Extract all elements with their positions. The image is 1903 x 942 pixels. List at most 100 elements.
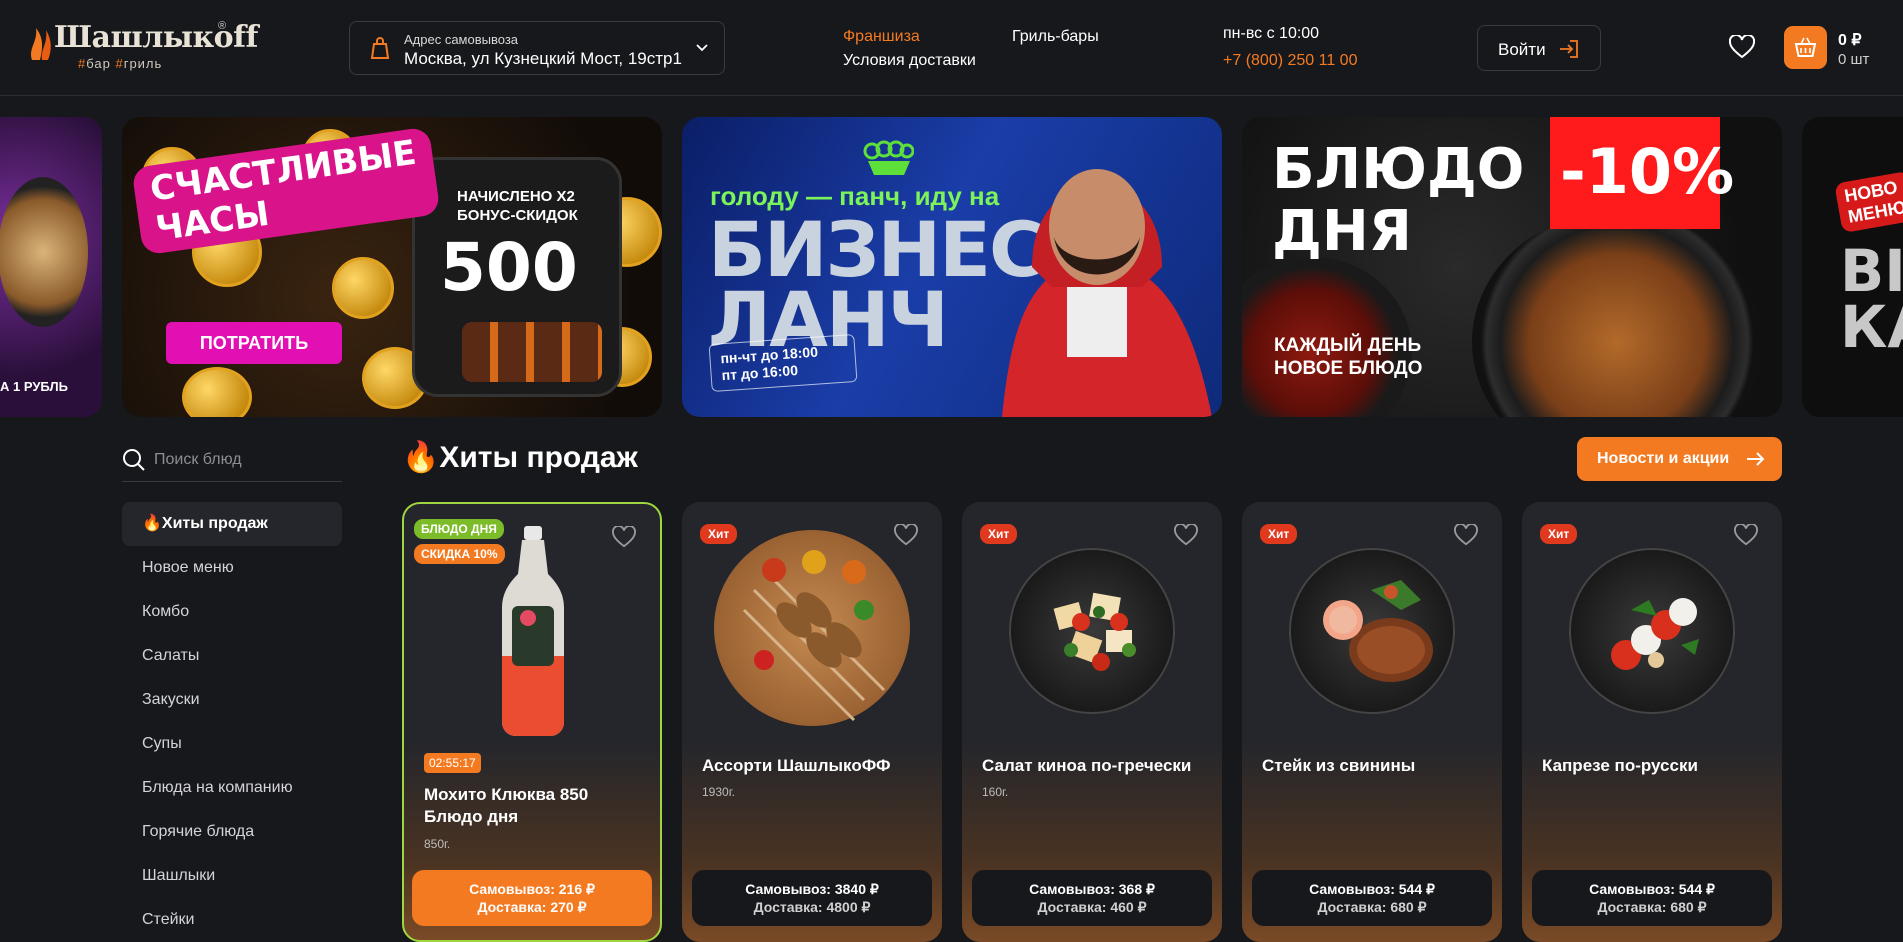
store-bag-icon xyxy=(370,37,390,59)
category-hot-dishes[interactable]: Горячие блюда xyxy=(122,810,342,854)
category-menu: 🔥Хиты продаж Новое меню Комбо Салаты Зак… xyxy=(122,502,342,942)
promo-banner-new-menu[interactable]: НОВОМЕНЮ ВІКА xyxy=(1802,117,1903,417)
product-card[interactable]: Хит Салат киноа по-гречески 160г. Самовы… xyxy=(962,502,1222,942)
delivery-price: Доставка: 460 ₽ xyxy=(1037,899,1147,915)
category-steaks[interactable]: Стейки xyxy=(122,898,342,942)
favorite-heart-icon[interactable] xyxy=(1454,524,1478,546)
product-card[interactable]: Хит Стейк из свинины Самовывоз: 544 ₽ До… xyxy=(1242,502,1502,942)
hit-badge: Хит xyxy=(1540,524,1578,544)
search-input[interactable] xyxy=(154,446,340,474)
discount-percent: -10% xyxy=(1560,135,1735,208)
logo-tagline: #бар #гриль xyxy=(78,56,163,71)
quinoa-salad-image xyxy=(1009,548,1175,714)
promo-banner-happy-hours[interactable]: СЧАСТЛИВЫЕ ЧАСЫ НАЧИСЛЕНО Х2 БОНУС-СКИДОК … xyxy=(122,117,662,417)
pickup-address-selector[interactable]: Адрес самовывоза Москва, ул Кузнецкий Мо… xyxy=(349,21,725,75)
spend-bonus-button[interactable]: ПОТРАТИТЬ xyxy=(166,322,342,364)
man-in-red-hoodie-image xyxy=(1002,169,1212,417)
price-button[interactable]: Самовывоз: 544 ₽ Доставка: 680 ₽ xyxy=(1252,870,1492,926)
price-button[interactable]: Самовывоз: 216 ₽ Доставка: 270 ₽ xyxy=(412,870,652,926)
section-title: 🔥Хиты продаж xyxy=(402,441,638,474)
promo-banner-1[interactable]: А 1 РУБЛЬ xyxy=(0,117,102,417)
delivery-price: Доставка: 680 ₽ xyxy=(1317,899,1427,915)
logo[interactable]: Шашлыкoff ® #бар #гриль xyxy=(28,18,258,74)
bonus-amount: 500 xyxy=(440,229,578,306)
business-lunch-hours: пн-чт до 18:00 пт до 16:00 xyxy=(708,333,858,393)
product-card[interactable]: БЛЮДО ДНЯ СКИДКА 10% 02:55:17 Мохито Клю… xyxy=(402,502,662,942)
promo-banner-business-lunch[interactable]: голоду — панч, иду на БИЗНЕС ЛАНЧ пн-чт д… xyxy=(682,117,1222,417)
address-label: Адрес самовывоза xyxy=(404,32,519,47)
grill-bars-link[interactable]: Гриль-бары xyxy=(1012,28,1099,46)
banner-1-text: А 1 РУБЛЬ xyxy=(0,379,68,394)
product-name: Салат киноа по-гречески xyxy=(982,756,1192,775)
product-weight: 160г. xyxy=(982,785,1009,799)
cart-sum: 0 ₽ xyxy=(1838,32,1862,49)
pickup-price: Самовывоз: 544 ₽ xyxy=(1309,881,1435,897)
price-button[interactable]: Самовывоз: 3840 ₽ Доставка: 4800 ₽ xyxy=(692,870,932,926)
login-label: Войти xyxy=(1498,40,1546,59)
chevron-down-icon xyxy=(696,44,708,52)
price-button[interactable]: Самовывоз: 368 ₽ Доставка: 460 ₽ xyxy=(972,870,1212,926)
assorti-dish-image xyxy=(714,530,910,726)
product-card[interactable]: Хит Ассорти ШашлыкоФФ 1930г. Самовывоз: … xyxy=(682,502,942,942)
delivery-price: Доставка: 4800 ₽ xyxy=(753,899,871,915)
pickup-price: Самовывоз: 368 ₽ xyxy=(1029,881,1155,897)
favorite-heart-icon[interactable] xyxy=(1174,524,1198,546)
category-soups[interactable]: Супы xyxy=(122,722,342,766)
dish-of-day-title: БЛЮДО ДНЯ xyxy=(1272,137,1525,264)
basket-icon xyxy=(1794,37,1817,57)
phone-link[interactable]: +7 (800) 250 11 00 xyxy=(1223,52,1357,70)
dish-image xyxy=(0,177,88,327)
mojito-bottle-image xyxy=(502,526,564,736)
favorite-heart-icon[interactable] xyxy=(1734,524,1758,546)
delivery-terms-link[interactable]: Условия доставки xyxy=(843,52,976,70)
category-new-menu[interactable]: Новое меню xyxy=(122,546,342,590)
product-name: Стейк из свинины xyxy=(1262,756,1416,775)
search-icon xyxy=(123,449,145,471)
promo-banner-dish-of-day[interactable]: -10% БЛЮДО ДНЯ КАЖДЫЙ ДЕНЬ НОВОЕ БЛЮДО xyxy=(1242,117,1782,417)
discount-badge: СКИДКА 10% xyxy=(414,544,505,564)
franchise-link[interactable]: Франшиза xyxy=(843,28,920,46)
product-name: Ассорти ШашлыкоФФ xyxy=(702,756,891,775)
coin-icon xyxy=(332,257,394,319)
product-name: Капрезе по-русски xyxy=(1542,756,1698,775)
opening-hours: пн-вс с 10:00 xyxy=(1223,25,1320,42)
cart-count: 0 шт xyxy=(1838,51,1870,68)
coin-icon xyxy=(182,367,252,417)
skewer-image xyxy=(462,322,602,382)
delivery-price: Доставка: 680 ₽ xyxy=(1597,899,1707,915)
favorite-heart-icon[interactable] xyxy=(612,526,636,548)
dish-of-day-subtitle: КАЖДЫЙ ДЕНЬ НОВОЕ БЛЮДО xyxy=(1274,335,1423,379)
product-card[interactable]: Хит Капрезе по-русски Самовывоз: 544 ₽ Д… xyxy=(1522,502,1782,942)
site-header: Шашлыкoff ® #бар #гриль Адрес самовывоза… xyxy=(0,0,1903,96)
hit-badge: Хит xyxy=(980,524,1018,544)
category-shashlik[interactable]: Шашлыки xyxy=(122,854,342,898)
news-and-promos-button[interactable]: Новости и акции xyxy=(1577,437,1782,481)
price-button[interactable]: Самовывоз: 544 ₽ Доставка: 680 ₽ xyxy=(1532,870,1772,926)
pickup-price: Самовывоз: 3840 ₽ xyxy=(745,881,879,897)
registered-mark: ® xyxy=(218,20,227,32)
favorites-heart-icon[interactable] xyxy=(1729,35,1755,59)
cart-button[interactable] xyxy=(1784,26,1827,69)
dish-search xyxy=(122,442,342,482)
address-value: Москва, ул Кузнецкий Мост, 19стр1 xyxy=(404,49,682,68)
new-menu-tag: НОВО МЕНЮ xyxy=(1834,170,1903,234)
category-hits[interactable]: 🔥Хиты продаж xyxy=(122,502,342,546)
caprese-dish-image xyxy=(1569,548,1735,714)
product-weight: 1930г. xyxy=(702,785,735,799)
category-combo[interactable]: Комбо xyxy=(122,590,342,634)
dish-of-day-badge: БЛЮДО ДНЯ xyxy=(414,519,504,539)
happy-hours-headline: СЧАСТЛИВЫЕ ЧАСЫ xyxy=(131,126,441,256)
login-button[interactable]: Войти xyxy=(1477,25,1601,71)
brass-knuckles-icon xyxy=(863,140,914,175)
category-snacks[interactable]: Закуски xyxy=(122,678,342,722)
category-company-dishes[interactable]: Блюда на компанию xyxy=(122,766,342,810)
pork-steak-image xyxy=(1289,548,1455,714)
hit-badge: Хит xyxy=(1260,524,1298,544)
bonus-text: НАЧИСЛЕНО Х2 БОНУС-СКИДОК xyxy=(457,188,578,224)
logo-wordmark: Шашлыкoff xyxy=(54,20,258,55)
product-weight: 850г. xyxy=(424,837,451,851)
product-name: Мохито Клюква 850 Блюдо дня xyxy=(424,785,589,826)
category-salads[interactable]: Салаты xyxy=(122,634,342,678)
pickup-price: Самовывоз: 544 ₽ xyxy=(1589,881,1715,897)
login-arrow-icon xyxy=(1560,40,1578,58)
